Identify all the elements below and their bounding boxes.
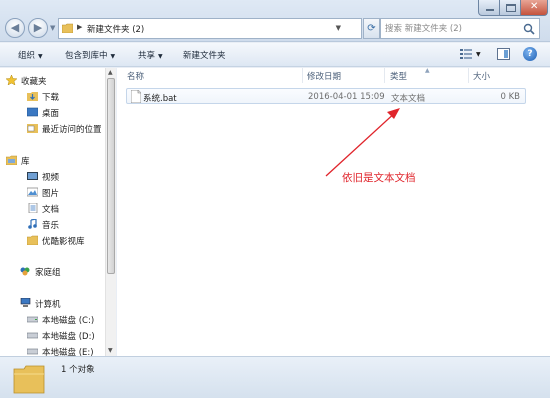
close-button[interactable]: ✕ [520, 0, 548, 16]
refresh-icon: ⟳ [367, 23, 376, 34]
preview-pane-icon[interactable] [497, 48, 510, 60]
nav-computer-label: 计算机 [35, 300, 61, 310]
file-list-pane: 名称 修改日期 类型 ▲ 大小 系统.bat 2016-04-01 15:09 … [117, 67, 550, 356]
share-label: 共享 [138, 51, 156, 61]
nav-recent-label: 最近访问的位置 [42, 125, 102, 135]
star-icon [6, 75, 17, 85]
command-bar: 组织 ▼ 包含到库中 ▼ 共享 ▼ 新建文件夹 ▼ ? [0, 43, 550, 67]
nav-drive-c-label: 本地磁盘 (C:) [42, 316, 95, 326]
nav-libraries-label: 库 [21, 157, 30, 167]
drive-icon [27, 332, 38, 339]
maximize-icon [506, 4, 516, 12]
minimize-button[interactable] [478, 0, 500, 16]
view-dropdown-icon[interactable]: ▼ [476, 51, 481, 58]
drive-icon [27, 316, 38, 323]
organize-menu[interactable]: 组织 ▼ [18, 49, 43, 61]
library-icon [6, 155, 17, 165]
nav-homegroup-label: 家庭组 [35, 268, 61, 278]
breadcrumb-current-folder[interactable]: 新建文件夹 (2) [87, 23, 144, 35]
folder-icon [62, 23, 73, 33]
nav-favorites-label: 收藏夹 [21, 77, 47, 87]
navigation-pane: 收藏夹 下载 桌面 最近访问的位置 库 视频 图片 文档 音乐 优酷影视库 家庭… [0, 68, 116, 358]
view-options-icon[interactable] [460, 49, 472, 60]
back-arrow-icon: ◀ [10, 21, 20, 34]
forward-arrow-icon: ▶ [33, 21, 43, 34]
close-icon: ✕ [530, 1, 539, 12]
drive-icon [27, 348, 38, 355]
share-menu[interactable]: 共享 ▼ [138, 49, 163, 61]
nav-videos-label: 视频 [42, 173, 60, 183]
nav-scrollbar[interactable]: ▲ ▼ [105, 68, 116, 356]
minimize-icon [486, 9, 494, 11]
new-folder-button[interactable]: 新建文件夹 [183, 49, 226, 61]
pictures-icon [27, 187, 38, 197]
dropdown-arrow-icon: ▼ [38, 53, 43, 60]
include-in-library-label: 包含到库中 [65, 51, 108, 61]
documents-icon [28, 203, 38, 213]
annotation-arrow-icon [325, 108, 400, 177]
new-folder-label: 新建文件夹 [183, 51, 226, 61]
include-in-library-menu[interactable]: 包含到库中 ▼ [65, 49, 115, 61]
forward-button[interactable]: ▶ [28, 18, 48, 38]
scroll-up-icon[interactable]: ▲ [108, 69, 113, 76]
item-count: 1 个对象 [61, 365, 95, 375]
videos-icon [27, 172, 38, 180]
nav-desktop-label: 桌面 [42, 109, 60, 119]
nav-music-label: 音乐 [42, 221, 60, 231]
back-button[interactable]: ◀ [5, 18, 25, 38]
search-input[interactable] [385, 22, 520, 36]
dropdown-arrow-icon: ▼ [110, 53, 116, 60]
nav-scrollbar-thumb[interactable] [107, 78, 115, 274]
nav-documents-label: 文档 [42, 205, 60, 215]
desktop-icon [27, 107, 38, 117]
recent-places-icon [27, 124, 38, 133]
search-icon[interactable] [523, 23, 535, 35]
address-bar[interactable]: ▶ 新建文件夹 (2) ▼ [58, 18, 362, 39]
scroll-down-icon[interactable]: ▼ [108, 347, 113, 354]
annotation-text: 依旧是文本文档 [342, 172, 416, 184]
homegroup-icon [20, 267, 30, 276]
downloads-folder-icon [27, 92, 38, 101]
maximize-button[interactable] [499, 0, 521, 16]
dropdown-arrow-icon: ▼ [158, 53, 163, 60]
nav-downloads-label: 下载 [42, 93, 60, 103]
computer-icon [20, 298, 31, 307]
status-bar: 1 个对象 [0, 356, 550, 398]
title-address-bar: ◀ ▶ ▼ ▶ 新建文件夹 (2) ▼ ⟳ ✕ [0, 0, 550, 42]
address-dropdown-icon[interactable]: ▼ [336, 24, 341, 32]
breadcrumb-separator-icon[interactable]: ▶ [77, 23, 82, 31]
folder-icon [13, 365, 45, 394]
nav-youku-label: 优酷影视库 [42, 237, 85, 247]
nav-drive-d-label: 本地磁盘 (D:) [42, 332, 95, 342]
recent-pages-dropdown[interactable]: ▼ [50, 24, 58, 32]
music-icon [28, 219, 37, 229]
organize-label: 组织 [18, 51, 36, 61]
help-icon[interactable]: ? [523, 47, 537, 61]
folder-icon [27, 235, 38, 245]
search-box[interactable] [380, 18, 540, 39]
refresh-button[interactable]: ⟳ [363, 18, 380, 39]
nav-pictures-label: 图片 [42, 189, 60, 199]
